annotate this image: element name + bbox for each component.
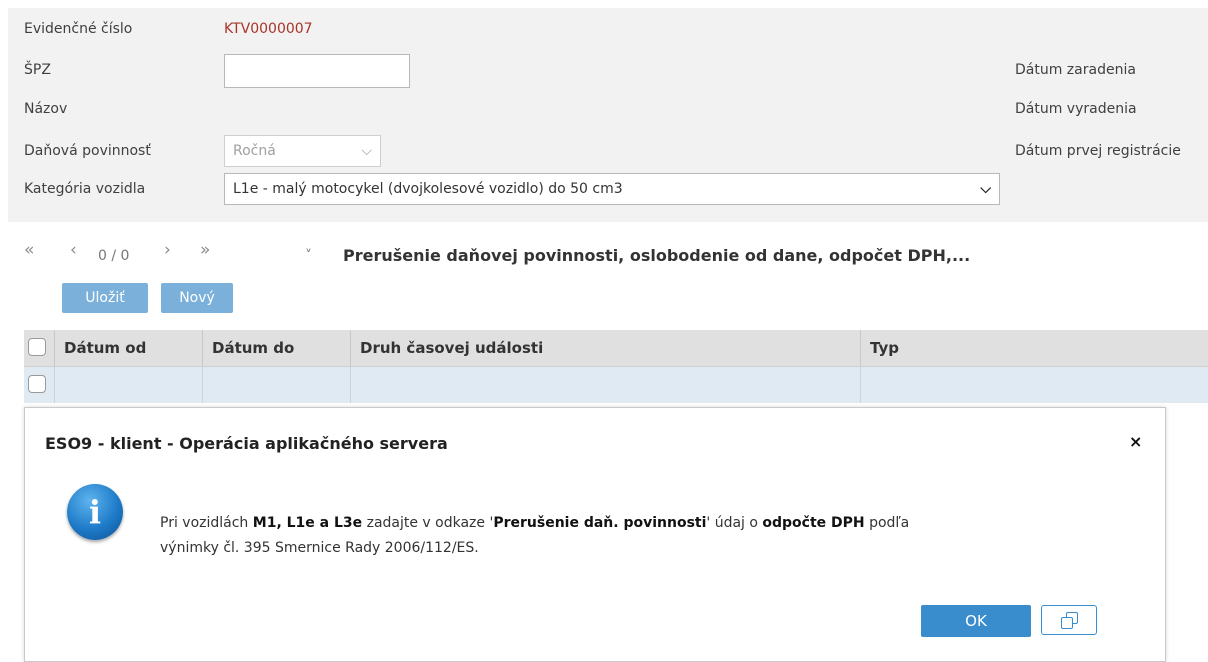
ok-button[interactable]: OK [921, 605, 1031, 637]
save-button[interactable]: Uložiť [62, 283, 148, 313]
section-collapse-icon[interactable]: ˅ [305, 248, 312, 264]
dialog-title: ESO9 - klient - Operácia aplikačného ser… [45, 434, 448, 453]
kategoria-vozidla-value: L1e - malý motocykel (dvojkolesové vozid… [233, 181, 623, 197]
kategoria-vozidla-label: Kategória vozidla [24, 181, 146, 197]
copy-button[interactable] [1041, 605, 1097, 635]
datum-zaradenia-label: Dátum zaradenia [1015, 62, 1136, 78]
select-all-checkbox[interactable] [28, 338, 46, 356]
dialog-message: Pri vozidlách M1, L1e a L3e zadajte v od… [160, 515, 910, 556]
danova-povinnost-select: Ročná ⌵ [224, 135, 381, 167]
message-dialog: ESO9 - klient - Operácia aplikačného ser… [24, 407, 1166, 662]
row-checkbox[interactable] [28, 375, 46, 393]
table-row[interactable] [24, 367, 1208, 403]
column-header-typ[interactable]: Typ [870, 339, 899, 357]
chevron-down-icon: ⌵ [361, 143, 372, 159]
spz-label: ŠPZ [24, 62, 51, 78]
evidencne-cislo-value: KTV0000007 [224, 21, 313, 37]
section-title[interactable]: Prerušenie daňovej povinnosti, osloboden… [343, 246, 970, 265]
previous-record-icon[interactable]: ‹ [70, 240, 77, 260]
next-record-icon[interactable]: › [164, 240, 171, 260]
datum-prvej-registracie-label: Dátum prvej registrácie [1015, 143, 1181, 159]
last-record-icon[interactable]: » [200, 240, 210, 260]
nazov-label: Názov [24, 101, 68, 117]
grid-header: Dátum od Dátum do Druh časovej události … [24, 330, 1208, 367]
first-record-icon[interactable]: « [24, 240, 34, 260]
kategoria-vozidla-select[interactable]: L1e - malý motocykel (dvojkolesové vozid… [224, 173, 1000, 205]
close-icon[interactable]: × [1129, 432, 1142, 451]
info-icon: i [67, 484, 123, 540]
column-header-datum-od[interactable]: Dátum od [64, 339, 146, 357]
record-counter: 0 / 0 [98, 248, 130, 264]
datum-vyradenia-label: Dátum vyradenia [1015, 101, 1137, 117]
chevron-down-icon: ⌵ [980, 181, 991, 197]
spz-input[interactable] [224, 54, 410, 88]
danova-povinnost-value: Ročná [233, 143, 276, 159]
column-header-datum-do[interactable]: Dátum do [212, 339, 294, 357]
column-header-druh-udalosti[interactable]: Druh časovej události [360, 339, 543, 357]
evidencne-cislo-label: Evidenčné číslo [24, 21, 133, 37]
danova-povinnost-label: Daňová povinnosť [24, 143, 151, 159]
new-button[interactable]: Nový [161, 283, 233, 313]
